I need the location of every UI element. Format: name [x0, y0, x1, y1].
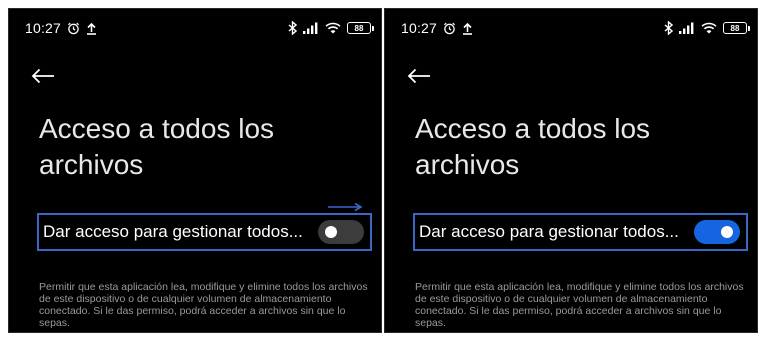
screen-right: 10:27 88 Acceso a todos los archivos Dar… [384, 8, 758, 333]
wifi-icon [701, 22, 717, 34]
signal-icon [303, 22, 319, 34]
all-files-access-toggle-row[interactable]: Dar acceso para gestionar todos... [37, 213, 372, 251]
all-files-access-toggle-row[interactable]: Dar acceso para gestionar todos... [413, 213, 748, 251]
status-time: 10:27 [25, 20, 62, 36]
battery-icon: 88 [723, 22, 750, 34]
access-switch[interactable] [318, 220, 364, 244]
back-arrow-icon [407, 68, 431, 89]
bluetooth-icon [664, 21, 673, 35]
back-button[interactable] [407, 63, 441, 93]
page-title: Acceso a todos los archivos [415, 113, 651, 180]
bluetooth-icon [288, 21, 297, 35]
access-switch[interactable] [694, 220, 740, 244]
screen-left: 10:27 88 Acceso a todos los archivos Dar… [8, 8, 382, 333]
page-title: Acceso a todos los archivos [39, 113, 275, 180]
permission-description: Permitir que esta aplicación lea, modifi… [39, 281, 368, 329]
toggle-label: Dar acceso para gestionar todos... [43, 222, 303, 241]
switch-knob [325, 226, 337, 238]
permission-description: Permitir que esta aplicación lea, modifi… [415, 281, 744, 329]
battery-icon: 88 [347, 22, 374, 34]
wifi-icon [325, 22, 341, 34]
back-arrow-icon [31, 68, 55, 89]
alarm-icon [67, 22, 80, 35]
status-bar: 10:27 88 [385, 9, 757, 47]
status-bar: 10:27 88 [9, 9, 381, 47]
status-time: 10:27 [401, 20, 438, 36]
back-button[interactable] [31, 63, 65, 93]
toggle-label: Dar acceso para gestionar todos... [419, 222, 679, 241]
upload-icon [462, 22, 473, 35]
alarm-icon [443, 22, 456, 35]
signal-icon [679, 22, 695, 34]
upload-icon [86, 22, 97, 35]
switch-knob [721, 226, 733, 238]
